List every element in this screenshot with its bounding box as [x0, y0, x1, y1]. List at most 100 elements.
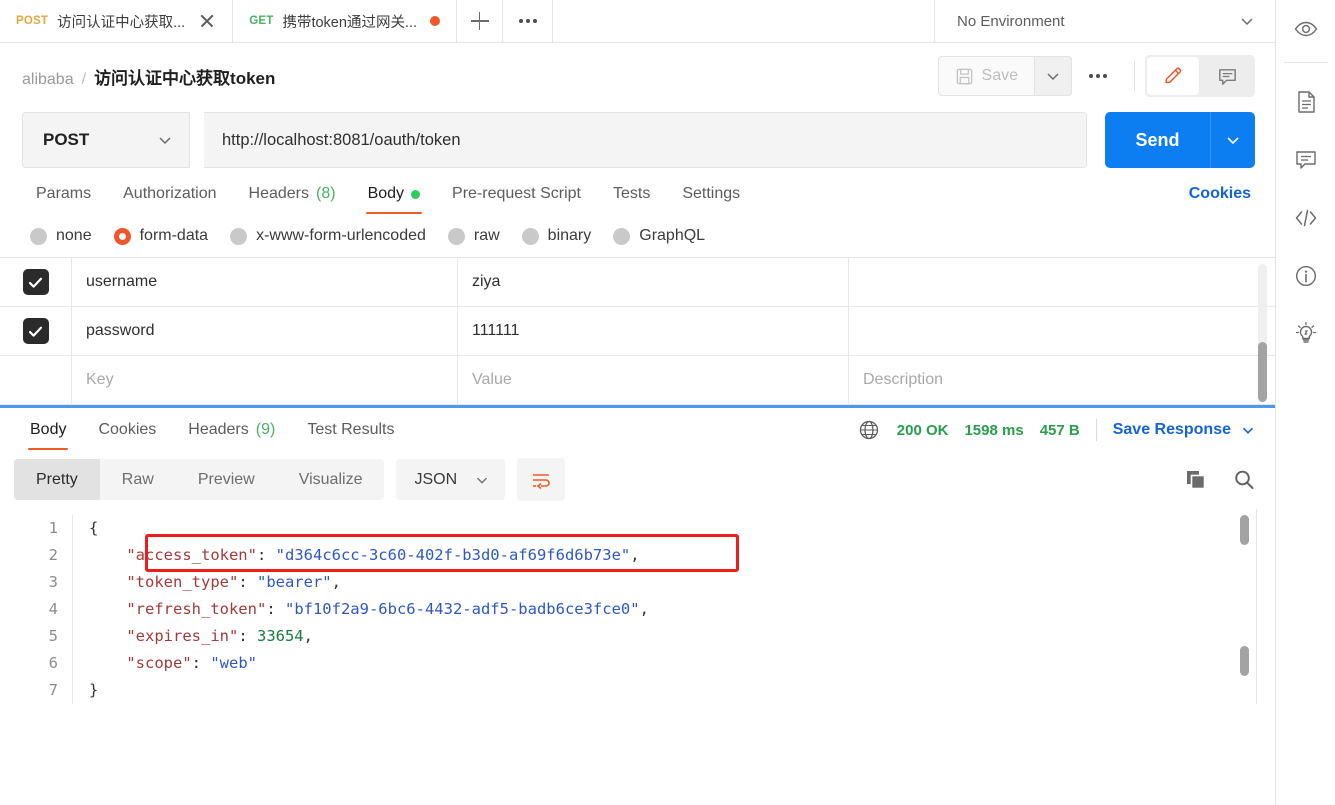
code-text[interactable]: "token_type": "bearer",: [72, 569, 341, 596]
row-enabled-checkbox-cell: [0, 307, 72, 355]
new-row-value-input[interactable]: Value: [458, 356, 849, 404]
response-tab-cookies[interactable]: Cookies: [82, 407, 172, 453]
documentation-button[interactable]: [1276, 73, 1335, 131]
tab-method-label: GET: [249, 15, 274, 27]
code-line: 4 "refresh_token": "bf10f2a9-6bc6-4432-a…: [0, 596, 1275, 623]
new-row-key-input[interactable]: Key: [72, 356, 458, 404]
row-description[interactable]: [849, 307, 1275, 355]
table-row-empty[interactable]: Key Value Description: [0, 356, 1275, 405]
comments-button[interactable]: [1276, 131, 1335, 189]
tab-label: Headers: [248, 185, 309, 202]
response-body-code[interactable]: 1{2 "access_token": "d364c6cc-3c60-402f-…: [0, 509, 1275, 704]
response-tab-test-results[interactable]: Test Results: [291, 407, 410, 453]
tips-button[interactable]: [1276, 305, 1335, 363]
table-row[interactable]: username ziya: [0, 258, 1275, 307]
tab-label: Body: [367, 185, 405, 202]
new-row-description-input[interactable]: Description: [849, 356, 1275, 404]
body-type-none[interactable]: none: [30, 227, 92, 245]
send-options-button[interactable]: [1210, 112, 1255, 168]
search-icon[interactable]: [1231, 467, 1257, 493]
globe-icon[interactable]: [857, 418, 881, 442]
row-description[interactable]: [849, 258, 1275, 306]
breadcrumb-root[interactable]: alibaba: [22, 71, 74, 89]
tab-label: Settings: [682, 185, 741, 202]
close-icon[interactable]: [198, 12, 216, 30]
tab-label: Test Results: [307, 421, 395, 438]
form-table-scrollbar[interactable]: [1258, 264, 1267, 402]
response-tab-body[interactable]: Body: [14, 407, 82, 453]
http-method-selector[interactable]: POST: [22, 112, 190, 168]
request-tab-2[interactable]: GET 携带token通过网关...: [233, 0, 458, 42]
row-key[interactable]: username: [72, 258, 458, 306]
url-input[interactable]: http://localhost:8081/oauth/token: [204, 112, 1087, 168]
body-type-raw[interactable]: raw: [447, 227, 500, 245]
line-number: 3: [48, 573, 58, 591]
word-wrap-button[interactable]: [517, 458, 566, 501]
code-text[interactable]: "expires_in": 33654,: [72, 623, 313, 650]
row-value[interactable]: 111111: [458, 307, 849, 355]
tab-params[interactable]: Params: [20, 171, 107, 217]
tab-pre-request-script[interactable]: Pre-request Script: [436, 171, 597, 217]
row-key[interactable]: password: [72, 307, 458, 355]
code-text[interactable]: {: [72, 515, 98, 542]
row-checkbox[interactable]: [22, 269, 49, 295]
code-text[interactable]: "access_token": "d364c6cc-3c60-402f-b3d0…: [72, 542, 640, 569]
radio-icon: [447, 227, 465, 245]
code-scrollbar[interactable]: [1240, 515, 1249, 698]
body-type-binary[interactable]: binary: [521, 227, 591, 245]
body-type-x-www-form-urlencoded[interactable]: x-www-form-urlencoded: [230, 227, 426, 245]
table-row[interactable]: password 111111: [0, 307, 1275, 356]
tab-body[interactable]: Body: [352, 171, 436, 217]
eye-icon: [1294, 21, 1317, 37]
send-button[interactable]: Send: [1105, 112, 1210, 168]
cookies-link[interactable]: Cookies: [1189, 185, 1255, 203]
comment-request-button[interactable]: [1201, 57, 1253, 95]
tab-label: Headers: [188, 421, 249, 438]
eye-button[interactable]: [1276, 0, 1335, 58]
view-mode-visualize[interactable]: Visualize: [277, 459, 385, 500]
code-text[interactable]: "refresh_token": "bf10f2a9-6bc6-4432-adf…: [72, 596, 649, 623]
tab-bar-spacer: [553, 0, 935, 42]
line-number: 7: [48, 681, 58, 699]
response-tab-headers[interactable]: Headers (9): [172, 407, 291, 453]
new-tab-button[interactable]: [457, 0, 504, 42]
view-mode-pretty[interactable]: Pretty: [14, 459, 100, 500]
copy-icon[interactable]: [1183, 467, 1209, 493]
code-text[interactable]: }: [72, 677, 98, 704]
view-mode-raw[interactable]: Raw: [100, 459, 176, 500]
body-type-graphql[interactable]: GraphQL: [613, 227, 705, 245]
view-mode-preview[interactable]: Preview: [176, 459, 277, 500]
chevron-down-icon: [159, 137, 171, 145]
tab-tests[interactable]: Tests: [597, 171, 666, 217]
save-button[interactable]: Save: [937, 56, 1034, 96]
tab-headers[interactable]: Headers (8): [233, 171, 352, 217]
url-row: POST http://localhost:8081/oauth/token S…: [0, 109, 1275, 171]
body-type-radios: none form-data x-www-form-urlencoded raw…: [0, 217, 1275, 257]
info-button[interactable]: [1276, 247, 1335, 305]
request-config-tabs: Params Authorization Headers (8) Body Pr…: [0, 171, 1275, 217]
breadcrumb-row: alibaba / 访问认证中心获取token Save: [0, 43, 1275, 109]
response-tabs: Body Cookies Headers (9) Test Results: [14, 408, 410, 452]
save-options-button[interactable]: [1034, 56, 1072, 96]
code-line: 7}: [0, 677, 1275, 704]
environment-selector[interactable]: No Environment: [935, 0, 1275, 42]
tab-authorization[interactable]: Authorization: [107, 171, 232, 217]
row-checkbox[interactable]: [22, 318, 49, 344]
request-more-button[interactable]: [1072, 56, 1124, 96]
radio-icon: [521, 227, 539, 245]
tabs-overflow-button[interactable]: [503, 0, 554, 42]
body-type-form-data[interactable]: form-data: [113, 227, 208, 245]
chevron-down-icon: [477, 477, 488, 484]
radio-label: GraphQL: [639, 227, 706, 244]
tab-settings[interactable]: Settings: [666, 171, 756, 217]
edit-request-button[interactable]: [1147, 57, 1199, 95]
breadcrumb-separator: /: [81, 70, 87, 88]
divider: [1283, 62, 1328, 63]
code-snippet-button[interactable]: [1276, 189, 1335, 247]
row-value[interactable]: ziya: [458, 258, 849, 306]
request-tab-1[interactable]: POST 访问认证中心获取...: [0, 0, 234, 42]
save-response-button[interactable]: Save Response: [1113, 421, 1257, 439]
response-format-selector[interactable]: JSON: [396, 459, 506, 500]
save-button-label: Save: [981, 67, 1018, 84]
code-text[interactable]: "scope": "web": [72, 650, 257, 677]
